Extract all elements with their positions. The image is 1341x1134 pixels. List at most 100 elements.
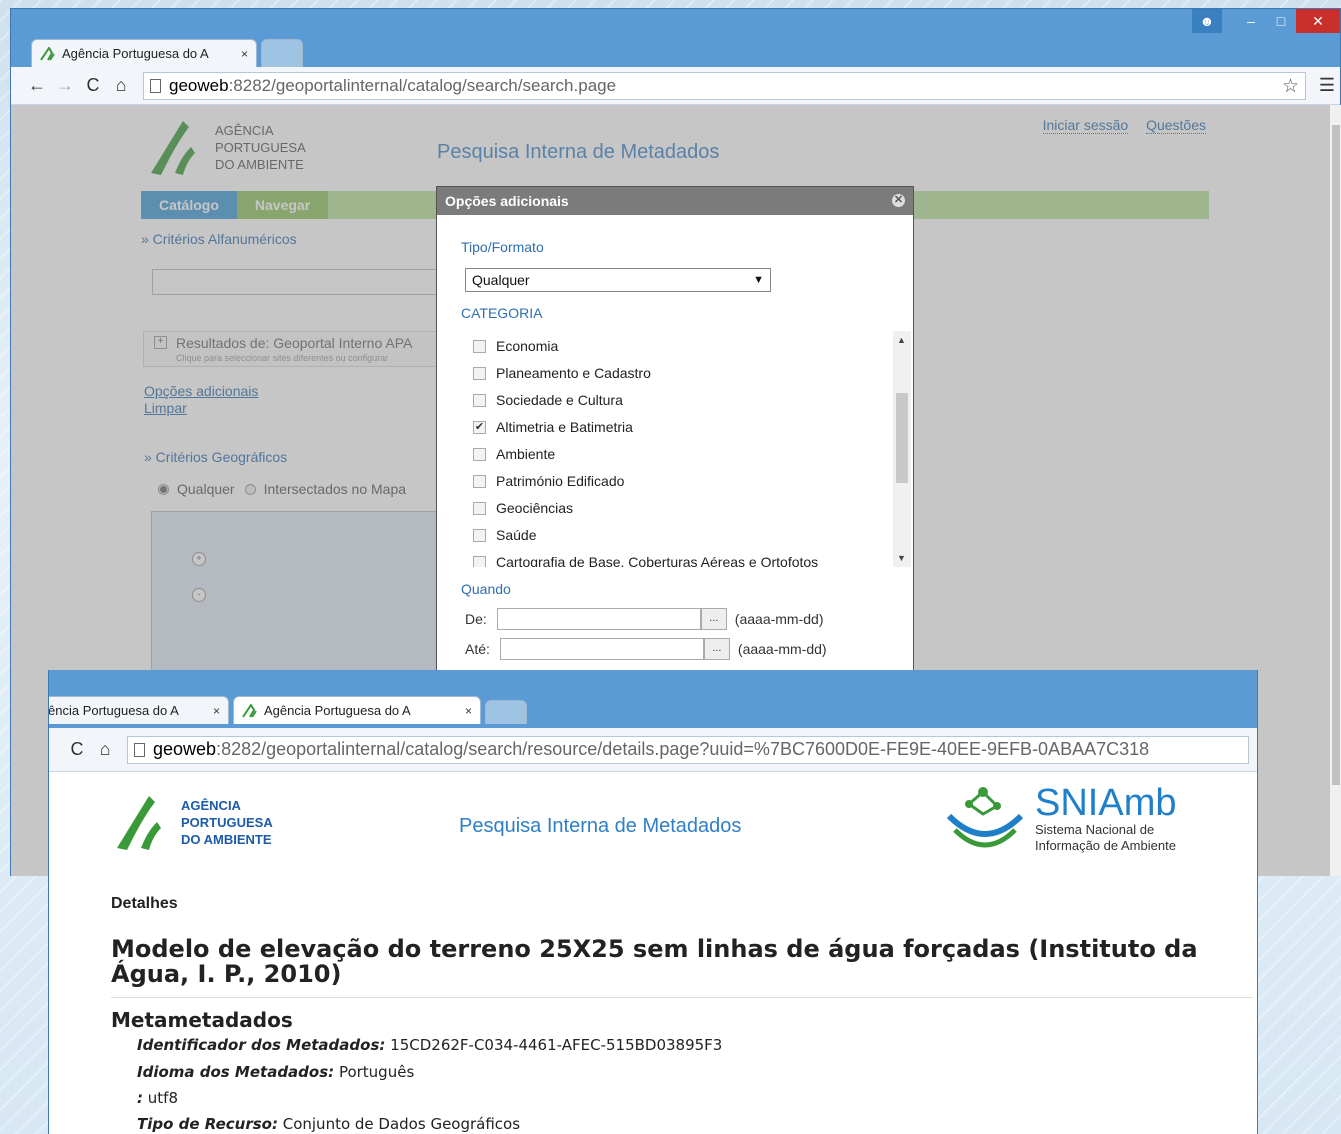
category-item[interactable]: Economia [473,338,558,354]
address-bar[interactable]: geoweb:8282/geoportalinternal/catalog/se… [127,735,1249,764]
category-scrollbar[interactable]: ▲ ▼ [893,331,911,567]
opcoes-adicionais-link[interactable]: Opções adicionais [144,383,258,400]
tab-close-icon[interactable]: × [213,704,220,718]
menu-icon[interactable]: ☰ [1314,75,1340,96]
quando-label: Quando [461,581,511,597]
checkbox[interactable] [473,393,486,407]
results-subtitle: Clique para seleccionar sites diferentes… [176,353,389,363]
checkbox[interactable] [473,366,486,380]
date-from-input[interactable] [496,608,701,630]
reload-icon[interactable]: C [63,739,91,760]
sniamb-emblem-icon [946,787,1024,848]
category-item[interactable]: Planeamento e Cadastro [473,365,651,381]
forward-arrow-icon[interactable]: → [51,75,79,96]
tab-label: ência Portuguesa do A [48,703,179,718]
favicon-icon [242,703,257,718]
user-icon[interactable]: ☻ [1192,9,1222,33]
checkbox-checked[interactable]: ✔ [473,420,486,434]
close-window-button[interactable]: ✕ [1296,9,1340,33]
maximize-button[interactable]: □ [1266,9,1296,33]
map-zoom-out-icon[interactable]: - [192,588,206,602]
results-title: Resultados de: Geoportal Interno APA [176,335,413,351]
meta-row: Tipo de Recurso: Conjunto de Dados Geogr… [137,1115,521,1133]
results-source[interactable]: + Resultados de: Geoportal Interno APA C… [143,331,443,367]
criterios-alfanumericos[interactable]: » Critérios Alfanuméricos [141,231,297,247]
apa-logo: AGÊNCIA PORTUGUESA DO AMBIENTE [147,117,306,177]
home-icon[interactable]: ⌂ [91,739,119,760]
category-item[interactable]: Sociedade e Cultura [473,392,623,408]
tab-close-icon[interactable]: × [241,47,248,61]
checkbox[interactable] [473,339,486,353]
limpar-link[interactable]: Limpar [144,400,258,417]
date-from-row: De: ... (aaaa-mm-dd) [465,608,824,630]
url-host: geoweb [169,75,229,95]
scroll-up-icon[interactable]: ▲ [897,335,906,345]
logo-text: AGÊNCIA PORTUGUESA DO AMBIENTE [181,797,273,847]
category-item[interactable]: ✔ Altimetria e Batimetria [473,419,633,435]
checkbox[interactable] [473,528,486,542]
new-tab-button[interactable] [485,700,527,724]
tipo-formato-select[interactable]: Qualquer ▼ [465,268,771,292]
reload-icon[interactable]: C [79,75,107,96]
search-input[interactable] [152,269,452,295]
login-link[interactable]: Iniciar sessão [1042,117,1129,134]
url-host: geoweb [153,739,217,759]
category-item[interactable]: Cartografia de Base, Coberturas Aéreas e… [473,554,818,567]
date-format-hint: (aaaa-mm-dd) [734,611,824,627]
checkbox[interactable] [473,555,486,567]
questions-link[interactable]: Questões [1146,117,1206,134]
apa-logo-mark-icon [151,121,195,175]
tab-agencia[interactable]: Agência Portuguesa do A × [31,39,257,67]
date-to-picker-button[interactable]: ... [703,638,730,660]
sniamb-logo: SNIAmb Sistema Nacional de Informação de… [945,782,1176,856]
option-links: Opções adicionais Limpar [144,383,258,417]
tab-strip-2: ência Portuguesa do A × Agência Portugue… [49,670,1257,728]
checkbox[interactable] [473,474,486,488]
date-to-input[interactable] [499,638,704,660]
tab-navegar[interactable]: Navegar [236,191,329,219]
back-arrow-icon[interactable]: ← [23,75,51,96]
home-icon[interactable]: ⌂ [107,75,135,96]
criterios-geograficos[interactable]: » Critérios Geográficos [144,449,287,465]
detalhes-heading: Detalhes [111,895,178,912]
map-zoom-in-icon[interactable]: + [192,552,206,566]
date-from-picker-button[interactable]: ... [700,608,727,630]
page-icon [134,742,145,757]
dialog-close-icon[interactable]: ✕ [892,194,905,207]
scroll-thumb[interactable] [896,393,908,483]
tab-catalogo[interactable]: Catálogo [141,191,237,219]
page-title: Pesquisa Interna de Metadados [437,141,720,163]
page-title: Pesquisa Interna de Metadados [459,815,742,837]
new-tab-button[interactable] [261,39,303,67]
category-item[interactable]: Saúde [473,527,536,543]
radio-qualquer[interactable] [158,483,169,495]
minimize-button[interactable]: – [1236,9,1266,33]
page-scroll-thumb[interactable] [1332,125,1340,785]
tipo-formato-label: Tipo/Formato [461,239,544,255]
dialog-title: Opções adicionais ✕ [437,187,913,215]
category-item[interactable]: Geociências [473,500,573,516]
details-page: AGÊNCIA PORTUGUESA DO AMBIENTE Pesquisa … [49,772,1257,1134]
window-controls: ☻ – □ ✕ [1192,9,1340,35]
tab-agencia-1[interactable]: ência Portuguesa do A × [48,696,229,724]
meta-row: Idioma dos Metadados: Português [137,1063,415,1081]
url-path: :8282/geoportalinternal/catalog/search/r… [216,739,1150,759]
category-item[interactable]: Ambiente [473,446,555,462]
browser-toolbar: ← → C ⌂ geoweb:8282/geoportalinternal/ca… [11,67,1340,105]
bookmark-star-icon[interactable]: ☆ [1282,75,1299,98]
browser-toolbar-2: C ⌂ geoweb:8282/geoportalinternal/catalo… [49,728,1257,772]
radio-intersectados[interactable] [244,483,256,495]
address-bar[interactable]: geoweb:8282/geoportalinternal/catalog/se… [143,71,1306,100]
divider [111,997,1253,998]
top-links: Iniciar sessão Questões [1029,117,1206,134]
tab-agencia-2[interactable]: Agência Portuguesa do A × [233,696,481,724]
meta-row: Identificador dos Metadados: 15CD262F-C0… [137,1036,723,1054]
tab-strip: Agência Portuguesa do A × [11,35,1340,67]
checkbox[interactable] [473,501,486,515]
tab-close-icon[interactable]: × [465,704,472,718]
scroll-down-icon[interactable]: ▼ [897,553,906,563]
checkbox[interactable] [473,447,486,461]
category-item[interactable]: Património Edificado [473,473,624,489]
page-scrollbar[interactable] [1330,105,1341,876]
expand-icon[interactable]: + [154,336,167,349]
